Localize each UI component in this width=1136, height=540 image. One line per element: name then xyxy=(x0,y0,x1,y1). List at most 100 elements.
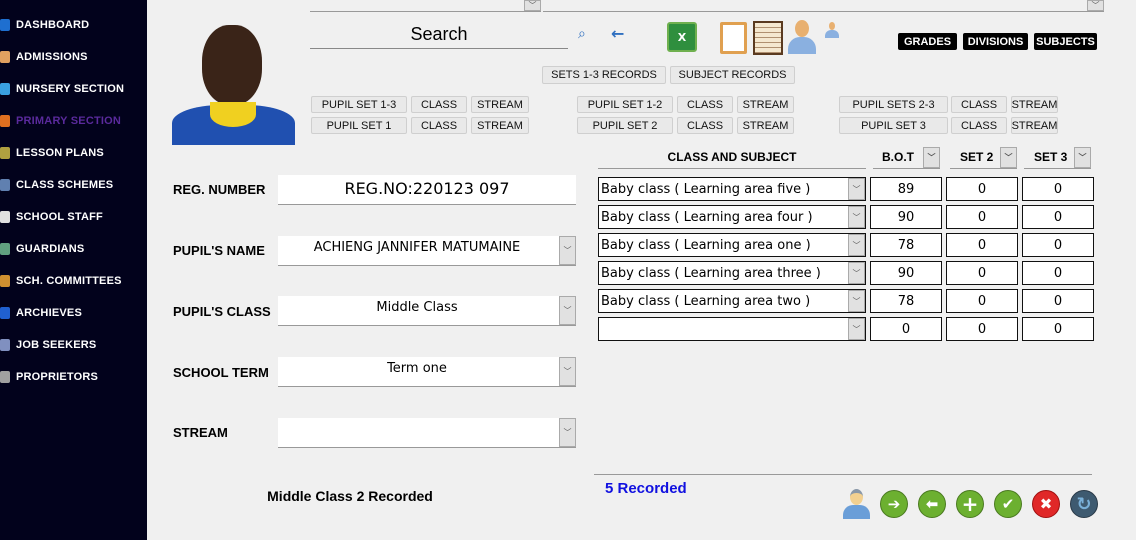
chevron-down-icon[interactable]: ﹀ xyxy=(848,318,865,340)
class-button[interactable]: CLASS xyxy=(951,117,1007,134)
set3-score-input[interactable]: 0 xyxy=(1022,289,1094,313)
subject-combo[interactable]: Baby class ( Learning area one ) ﹀ xyxy=(598,233,866,257)
header-bot[interactable]: B.O.T ﹀ xyxy=(873,147,940,169)
bot-score-input[interactable]: 0 xyxy=(870,317,942,341)
subject-records-button[interactable]: SUBJECT RECORDS xyxy=(670,66,795,84)
delete-x-icon[interactable]: ✖ xyxy=(1032,490,1060,518)
clipboard-icon[interactable] xyxy=(720,22,747,54)
sidebar-item-guardians[interactable]: GUARDIANS xyxy=(0,238,140,260)
set2-score-input[interactable]: 0 xyxy=(946,317,1018,341)
user-icon[interactable] xyxy=(788,20,816,54)
back-arrow-icon[interactable]: ← xyxy=(611,24,624,43)
class-button[interactable]: CLASS xyxy=(951,96,1007,113)
chevron-down-icon[interactable]: ﹀ xyxy=(848,262,865,284)
stream-button[interactable]: STREAM xyxy=(471,96,529,113)
chevron-down-icon[interactable]: ﹀ xyxy=(559,296,576,325)
chevron-down-icon[interactable]: ﹀ xyxy=(1000,147,1017,168)
chevron-down-icon[interactable]: ﹀ xyxy=(1074,147,1091,168)
sidebar-item-proprietors[interactable]: PROPRIETORS xyxy=(0,366,140,388)
chevron-down-icon[interactable]: ﹀ xyxy=(923,147,940,168)
sidebar-item-nursery-section[interactable]: NURSERY SECTION xyxy=(0,78,140,100)
bot-score-input[interactable]: 78 xyxy=(870,289,942,313)
class-button[interactable]: CLASS xyxy=(411,117,467,134)
pupil-set-button[interactable]: PUPIL SET 3 xyxy=(839,117,948,134)
set3-score-input[interactable]: 0 xyxy=(1022,177,1094,201)
class-button[interactable]: CLASS xyxy=(677,96,733,113)
subject-value: Baby class ( Learning area five ) xyxy=(601,181,811,197)
set2-score-input[interactable]: 0 xyxy=(946,205,1018,229)
header-set3[interactable]: SET 3 ﹀ xyxy=(1024,147,1091,169)
previous-arrow-icon[interactable]: ⬅ xyxy=(918,490,946,518)
chevron-down-icon[interactable]: ﹀ xyxy=(559,357,576,386)
bot-score-input[interactable]: 78 xyxy=(870,233,942,257)
pupil-name-combo[interactable]: ACHIENG JANNIFER MATUMAINE ﹀ xyxy=(278,236,576,266)
set2-score-input[interactable]: 0 xyxy=(946,261,1018,285)
save-check-icon[interactable]: ✔ xyxy=(994,490,1022,518)
subject-combo[interactable]: Baby class ( Learning area four ) ﹀ xyxy=(598,205,866,229)
class-button[interactable]: CLASS xyxy=(677,117,733,134)
subject-combo[interactable]: ﹀ xyxy=(598,317,866,341)
bot-score-input[interactable]: 90 xyxy=(870,205,942,229)
chevron-down-icon[interactable]: ﹀ xyxy=(848,234,865,256)
set2-score-input[interactable]: 0 xyxy=(946,289,1018,313)
search-label[interactable]: Search xyxy=(310,24,568,49)
subjects-button[interactable]: SUBJECTS xyxy=(1034,33,1097,50)
set2-score-input[interactable]: 0 xyxy=(946,233,1018,257)
sidebar-item-dashboard[interactable]: DASHBOARD xyxy=(0,14,140,36)
pupil-class-combo[interactable]: Middle Class ﹀ xyxy=(278,296,576,326)
subject-combo[interactable]: Baby class ( Learning area two ) ﹀ xyxy=(598,289,866,313)
chevron-down-icon[interactable]: ﹀ xyxy=(848,206,865,228)
add-icon[interactable]: + xyxy=(956,490,984,518)
top-combo-1[interactable]: ﹀ xyxy=(310,0,541,12)
divisions-button[interactable]: DIVISIONS xyxy=(963,33,1028,50)
bot-score-input[interactable]: 89 xyxy=(870,177,942,201)
list-icon[interactable] xyxy=(753,21,783,55)
pupil-set-button[interactable]: PUPIL SET 1-2 xyxy=(577,96,673,113)
sidebar-item-lesson-plans[interactable]: LESSON PLANS xyxy=(0,142,140,164)
sidebar-item-job-seekers[interactable]: JOB SEEKERS xyxy=(0,334,140,356)
sets-records-button[interactable]: SETS 1-3 RECORDS xyxy=(542,66,666,84)
sidebar-item-school-staff[interactable]: SCHOOL STAFF xyxy=(0,206,140,228)
teacher-icon[interactable] xyxy=(843,489,870,519)
top-combo-2[interactable]: ﹀ xyxy=(543,0,1104,12)
stream-button[interactable]: STREAM xyxy=(1011,117,1058,134)
set3-score-input[interactable]: 0 xyxy=(1022,317,1094,341)
pupil-set-button[interactable]: PUPIL SET 1 xyxy=(311,117,407,134)
stream-button[interactable]: STREAM xyxy=(737,96,794,113)
sidebar-item-admissions[interactable]: ADMISSIONS xyxy=(0,46,140,68)
class-button[interactable]: CLASS xyxy=(411,96,467,113)
stream-button[interactable]: STREAM xyxy=(737,117,794,134)
set3-score-input[interactable]: 0 xyxy=(1022,205,1094,229)
subject-combo[interactable]: Baby class ( Learning area five ) ﹀ xyxy=(598,177,866,201)
chevron-down-icon[interactable]: ﹀ xyxy=(848,290,865,312)
set2-score-input[interactable]: 0 xyxy=(946,177,1018,201)
excel-icon[interactable]: X xyxy=(667,22,697,52)
stream-button[interactable]: STREAM xyxy=(471,117,529,134)
stream-button[interactable]: STREAM xyxy=(1011,96,1058,113)
sidebar-item-archieves[interactable]: ARCHIEVES xyxy=(0,302,140,324)
chevron-down-icon[interactable]: ﹀ xyxy=(524,0,541,11)
small-user-icon[interactable] xyxy=(825,22,839,38)
search-icon[interactable]: ⌕ xyxy=(578,26,586,42)
chevron-down-icon[interactable]: ﹀ xyxy=(559,236,576,265)
set3-score-input[interactable]: 0 xyxy=(1022,261,1094,285)
pupil-set-button[interactable]: PUPIL SET 2 xyxy=(577,117,673,134)
sidebar-item-class-schemes[interactable]: CLASS SCHEMES xyxy=(0,174,140,196)
refresh-icon[interactable]: ↻ xyxy=(1070,490,1098,518)
chevron-down-icon[interactable]: ﹀ xyxy=(1087,0,1104,11)
next-arrow-icon[interactable]: ➔ xyxy=(880,490,908,518)
reg-number-field[interactable]: REG.NO:220123 097 xyxy=(278,175,576,205)
grades-button[interactable]: GRADES xyxy=(898,33,957,50)
school-term-combo[interactable]: Term one ﹀ xyxy=(278,357,576,387)
subject-combo[interactable]: Baby class ( Learning area three ) ﹀ xyxy=(598,261,866,285)
chevron-down-icon[interactable]: ﹀ xyxy=(848,178,865,200)
chevron-down-icon[interactable]: ﹀ xyxy=(559,418,576,447)
bot-score-input[interactable]: 90 xyxy=(870,261,942,285)
pupil-set-button[interactable]: PUPIL SET 1-3 xyxy=(311,96,407,113)
set3-score-input[interactable]: 0 xyxy=(1022,233,1094,257)
sidebar-item-sch-committees[interactable]: SCH. COMMITTEES xyxy=(0,270,140,292)
header-set2[interactable]: SET 2 ﹀ xyxy=(950,147,1017,169)
pupil-set-button[interactable]: PUPIL SETS 2-3 xyxy=(839,96,948,113)
sidebar-item-primary-section[interactable]: PRIMARY SECTION xyxy=(0,110,140,132)
stream-combo[interactable]: ﹀ xyxy=(278,418,576,448)
